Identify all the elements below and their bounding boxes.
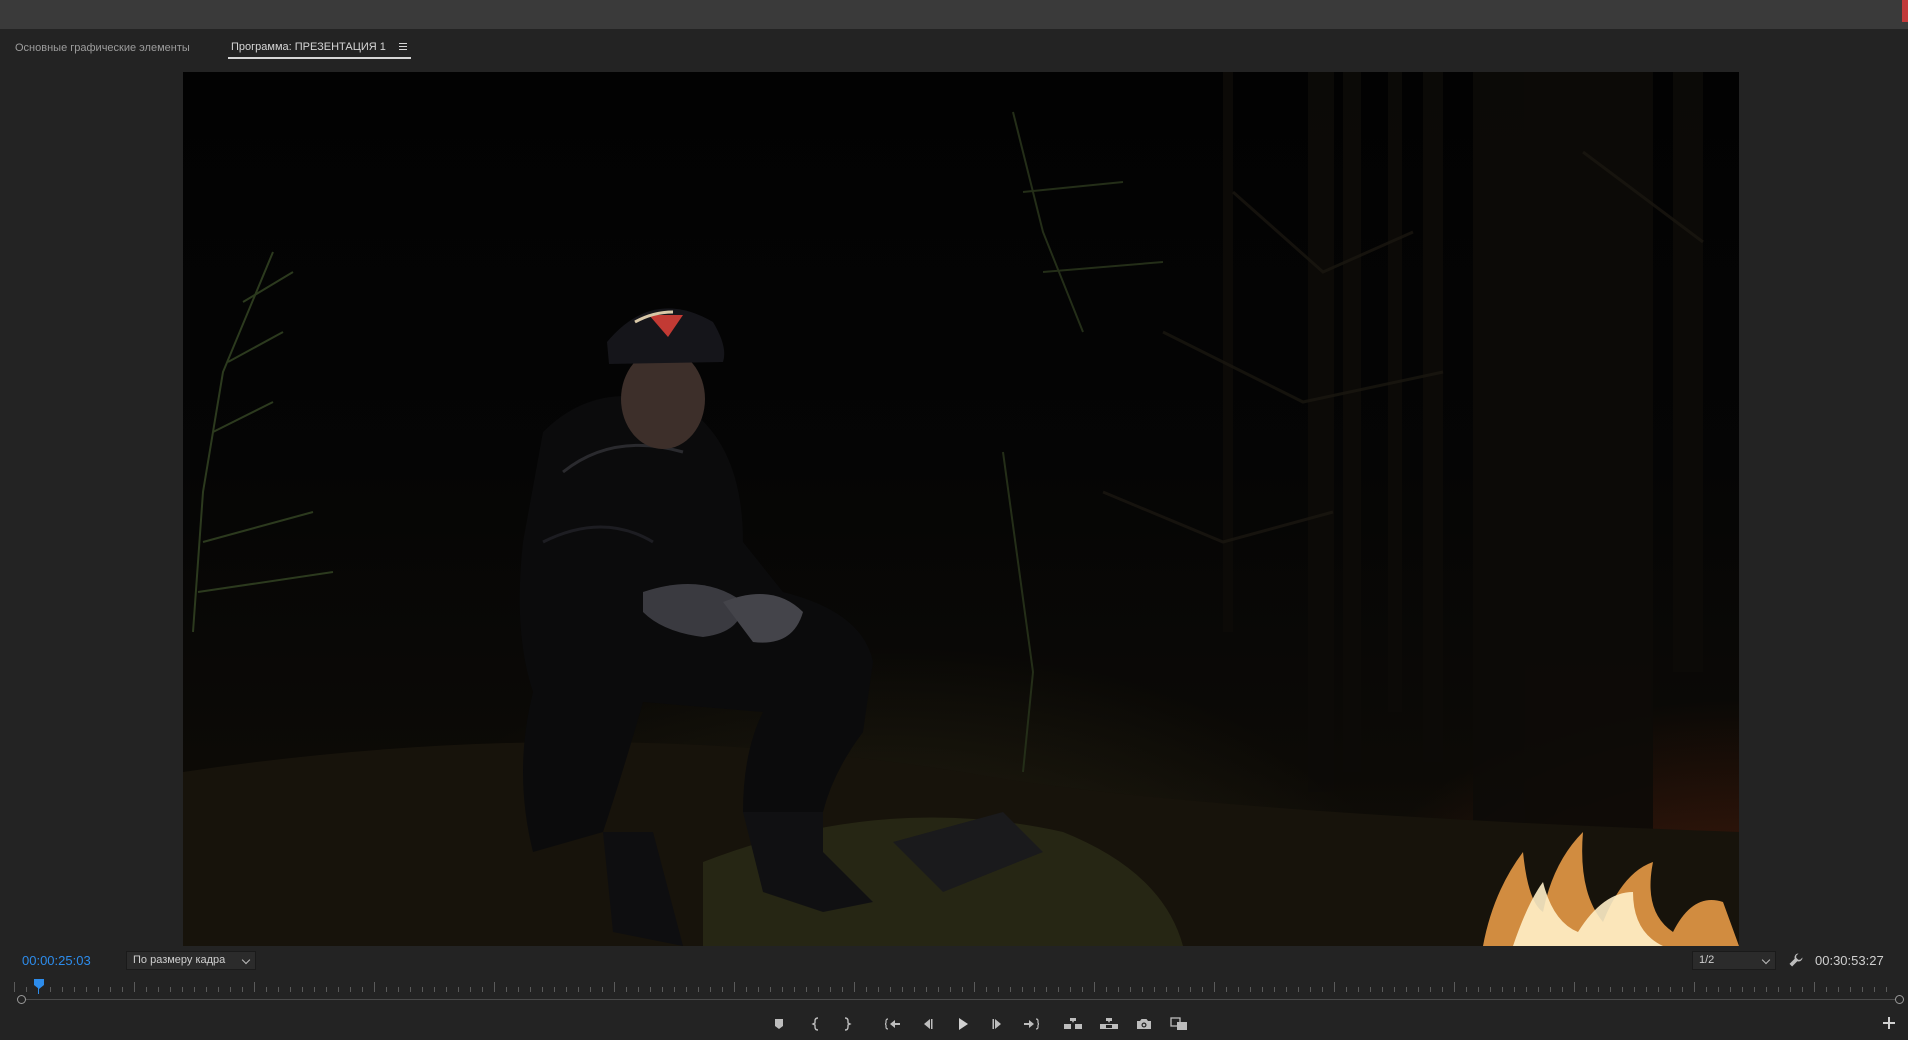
play-button[interactable] xyxy=(952,1014,974,1034)
zoom-scroll-start-handle[interactable] xyxy=(17,995,26,1004)
playback-resolution-select[interactable]: 1/2 xyxy=(1692,951,1776,970)
transport-controls xyxy=(0,1012,1908,1036)
go-to-in-button[interactable] xyxy=(882,1014,904,1034)
zoom-level-value: По размеру кадра xyxy=(133,954,226,966)
insert-icon xyxy=(1064,1018,1082,1029)
tab-program-label: Программа: ПРЕЗЕНТАЦИЯ 1 xyxy=(231,41,386,53)
time-ruler[interactable] xyxy=(0,976,1908,1004)
duration-timecode: 00:30:53:27 xyxy=(1815,953,1884,968)
panel-tabs: Основные графические элементы Программа:… xyxy=(0,29,1908,63)
comparison-view-button[interactable] xyxy=(1168,1014,1190,1034)
mark-in-icon xyxy=(811,1017,819,1031)
go-to-in-icon xyxy=(885,1018,900,1030)
mark-out-icon xyxy=(844,1017,852,1031)
step-forward-icon xyxy=(992,1019,1001,1029)
mark-in-button[interactable] xyxy=(805,1014,827,1034)
zoom-scroll-end-handle[interactable] xyxy=(1895,995,1904,1004)
tab-program-monitor[interactable]: Программа: ПРЕЗЕНТАЦИЯ 1 xyxy=(228,37,411,59)
playhead-line xyxy=(38,988,39,994)
camera-icon xyxy=(1137,1019,1151,1029)
go-to-out-button[interactable] xyxy=(1020,1014,1042,1034)
add-marker-button[interactable] xyxy=(768,1014,790,1034)
step-forward-button[interactable] xyxy=(987,1014,1009,1034)
play-icon xyxy=(959,1018,968,1030)
step-back-button[interactable] xyxy=(916,1014,938,1034)
panel-menu-icon[interactable] xyxy=(398,42,408,52)
settings-wrench-icon[interactable] xyxy=(1788,952,1804,968)
zoom-scroll-bar[interactable] xyxy=(22,999,1900,1000)
zoom-level-select[interactable]: По размеру кадра xyxy=(126,951,256,970)
playhead-timecode[interactable]: 00:00:25:03 xyxy=(22,953,91,968)
title-bar xyxy=(0,0,1908,29)
chevron-down-icon xyxy=(1761,955,1771,965)
insert-button[interactable] xyxy=(1062,1014,1084,1034)
ruler-ticks xyxy=(14,982,1887,992)
overwrite-button[interactable] xyxy=(1098,1014,1120,1034)
export-frame-button[interactable] xyxy=(1133,1014,1155,1034)
comparison-view-icon xyxy=(1170,1017,1187,1030)
window-accent xyxy=(1902,0,1908,22)
monitor-controls: 00:00:25:03 По размеру кадра 1/2 00:30:5… xyxy=(0,948,1908,974)
tab-essential-graphics[interactable]: Основные графические элементы xyxy=(15,37,190,59)
button-editor-plus-icon[interactable] xyxy=(1882,1016,1896,1030)
step-back-icon xyxy=(924,1019,933,1029)
overwrite-icon xyxy=(1100,1018,1118,1029)
video-frame-scene xyxy=(183,72,1739,946)
chevron-down-icon xyxy=(241,955,251,965)
program-monitor-video[interactable] xyxy=(183,72,1739,946)
go-to-out-icon xyxy=(1024,1018,1039,1030)
mark-out-button[interactable] xyxy=(836,1014,858,1034)
playback-resolution-value: 1/2 xyxy=(1699,954,1715,966)
marker-icon xyxy=(775,1019,783,1029)
